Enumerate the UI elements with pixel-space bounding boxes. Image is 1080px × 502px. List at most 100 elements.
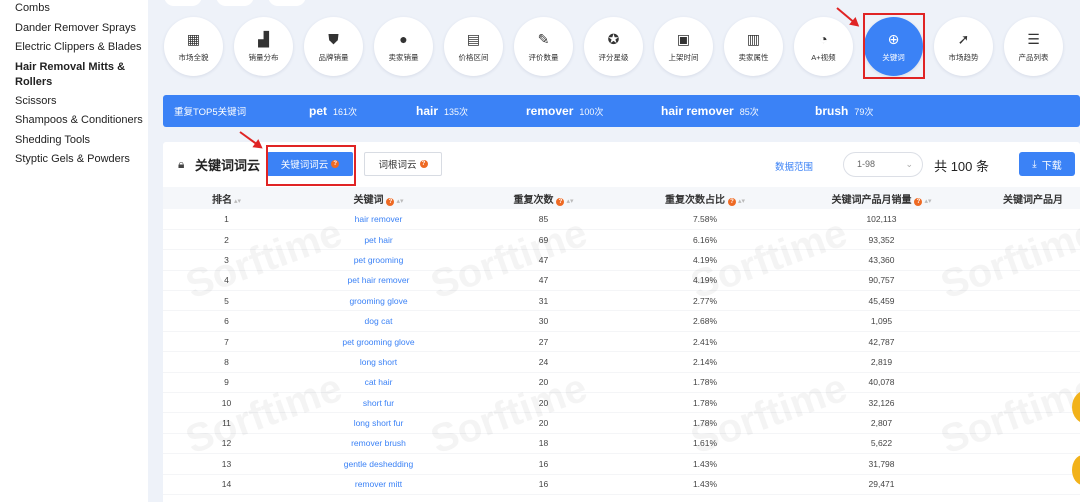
header-label: 关键词产品月销量 <box>831 194 912 206</box>
star-icon: ✪ <box>607 30 620 47</box>
sort-icon[interactable]: ▴▾ <box>566 198 573 205</box>
keyword-link[interactable]: cat hair <box>290 372 467 394</box>
sort-icon[interactable]: ▴▾ <box>924 198 931 205</box>
data-range-select[interactable]: 1-98 ⌄ <box>843 152 923 177</box>
sort-icon[interactable]: ▴▾ <box>396 198 403 205</box>
keyword-link[interactable]: grooming glove <box>290 290 467 312</box>
keyword-link[interactable]: remover brush <box>290 433 467 455</box>
table-row: 2pet hair696.16%93,3528 <box>163 229 1080 251</box>
table-row: 11 long short fur 20 1.78% 2,807 <box>163 412 1080 434</box>
nav-product-list[interactable]: ☰ 产品列表 <box>1004 17 1063 76</box>
sales-cell: 45,459 <box>790 290 973 312</box>
count-cell: 16 <box>467 453 620 475</box>
nav-price-range[interactable]: ▤ 价格区间 <box>444 17 503 76</box>
help-icon[interactable]: ? <box>386 197 395 206</box>
nav-seller-sales[interactable]: ● 卖家销量 <box>374 17 433 76</box>
download-label: 下载 <box>1041 160 1062 172</box>
nav-market-trend[interactable]: ➚ 市场趋势 <box>934 17 993 76</box>
keyword-link[interactable]: dog cat <box>290 310 467 332</box>
keyword-count: 135次 <box>444 107 469 117</box>
count-cell: 18 <box>467 433 620 455</box>
sort-icon[interactable]: ▴▾ <box>738 198 745 205</box>
sidebar-item-hair-removal-mitts[interactable]: Hair Removal Mitts & Rollers <box>15 58 148 92</box>
keyword-link[interactable]: short fur <box>290 392 467 414</box>
sidebar-item-styptic-gels[interactable]: Styptic Gels & Powders <box>15 150 148 170</box>
sidebar-item-electric-clippers[interactable]: Electric Clippers & Blades <box>15 38 148 58</box>
keyword-link[interactable]: long short fur <box>290 412 467 434</box>
nav-review-count[interactable]: ✎ 评价数量 <box>514 17 573 76</box>
nav-brand-sales[interactable]: ⛊ 品牌销量 <box>304 17 363 76</box>
keyword-link[interactable]: gentle deshedding <box>290 453 467 475</box>
nav-label: 上架时间 <box>668 52 699 62</box>
nav-aplus-video[interactable]: ◔ A+视频 <box>794 17 853 76</box>
lock-icon: 🔒︎ <box>178 157 185 171</box>
keyword-link[interactable]: pet hair <box>290 229 467 251</box>
top5-keyword-banner: 重复TOP5关键词 pet 161次 hair 135次 remover 100次 h… <box>163 95 1080 127</box>
partial-cell <box>973 351 1080 373</box>
help-icon[interactable]: ? <box>556 197 565 206</box>
banner-title: 重复TOP5关键词 <box>174 107 247 118</box>
ratio-cell: 1.78% <box>620 392 790 414</box>
card-title: 关键词词云 <box>195 158 261 173</box>
sidebar-item-shampoos[interactable]: Shampoos & Conditioners <box>15 111 148 131</box>
count-cell: 30 <box>467 310 620 332</box>
header-repeat-count[interactable]: 重复次数? ▴▾ <box>467 187 620 209</box>
count-cell: 85 <box>467 209 620 230</box>
sales-cell: 31,798 <box>790 453 973 475</box>
table-row: 5grooming glove312.77%45,4594 <box>163 290 1080 312</box>
nav-label: 卖家销量 <box>388 52 419 62</box>
table-row: 6 dog cat 30 2.68% 1,095 <box>163 310 1080 332</box>
table-row: 3pet grooming474.19%43,3603 <box>163 249 1080 271</box>
nav-market-overview[interactable]: ▦ 市场全貌 <box>164 17 223 76</box>
rank-cell: 4 <box>163 270 290 292</box>
count-cell: 20 <box>467 412 620 434</box>
count-cell: 69 <box>467 229 620 251</box>
sort-icon[interactable]: ▴▾ <box>234 198 241 205</box>
rank-cell: 2 <box>163 229 290 251</box>
rank-cell: 3 <box>163 249 290 271</box>
header-monthly-sales[interactable]: 关键词产品月销量? ▴▾ <box>790 187 973 209</box>
keyword-link[interactable]: pet grooming <box>290 249 467 271</box>
ratio-cell: 1.78% <box>620 372 790 394</box>
sidebar-item-scissors[interactable]: Scissors <box>15 92 148 112</box>
nav-label: 市场全貌 <box>178 52 209 62</box>
partial-cell: 2 <box>973 392 1080 414</box>
nav-listing-time[interactable]: ▣ 上架时间 <box>654 17 713 76</box>
rank-cell: 9 <box>163 372 290 394</box>
sidebar-item-dander-remover-sprays[interactable]: Dander Remover Sprays <box>15 19 148 39</box>
help-icon[interactable]: ? <box>727 197 736 206</box>
keyword-count: 85次 <box>739 107 759 117</box>
sidebar-item-shedding-tools[interactable]: Shedding Tools <box>15 131 148 151</box>
top-stub <box>164 0 202 6</box>
ratio-cell: 7.58% <box>620 209 790 230</box>
count-cell: 47 <box>467 249 620 271</box>
count-cell: 16 <box>467 474 620 495</box>
download-button[interactable]: ⤓ 下载 <box>1019 152 1075 176</box>
header-keyword[interactable]: 关键词? ▴▾ <box>290 187 467 209</box>
nav-sales-distribution[interactable]: ▟ 销量分布 <box>234 17 293 76</box>
ratio-cell: 2.41% <box>620 331 790 353</box>
keyword-link[interactable]: hair remover <box>290 209 467 230</box>
partial-cell: 3 <box>973 249 1080 271</box>
tab-root-cloud[interactable]: 词根词云? <box>364 152 442 176</box>
rocket-icon: ➚ <box>957 30 970 47</box>
sidebar-item-combs[interactable]: Combs <box>15 0 148 19</box>
header-label: 重复次数占比 <box>664 194 725 206</box>
nav-seller-attributes[interactable]: ▥ 卖家属性 <box>724 17 783 76</box>
count-cell: 24 <box>467 351 620 373</box>
header-repeat-ratio[interactable]: 重复次数占比? ▴▾ <box>620 187 790 209</box>
nav-star-rating[interactable]: ✪ 评分星级 <box>584 17 643 76</box>
header-rank[interactable]: 排名 ▴▾ <box>163 187 290 209</box>
keyword-link[interactable]: pet hair remover <box>290 270 467 292</box>
header-monthly-partial[interactable]: 关键词产品月 <box>973 187 1080 209</box>
partial-cell: 2 <box>973 474 1080 495</box>
keyword-link[interactable]: long short <box>290 351 467 373</box>
keyword-link[interactable]: remover mitt <box>290 474 467 495</box>
top-buttons-partial <box>164 0 306 6</box>
help-icon[interactable]: ? <box>914 197 923 206</box>
keyword-link[interactable]: pet grooming glove <box>290 331 467 353</box>
partial-cell <box>973 433 1080 455</box>
count-cell: 27 <box>467 331 620 353</box>
help-icon[interactable]: ? <box>419 160 428 168</box>
rank-cell: 7 <box>163 331 290 353</box>
